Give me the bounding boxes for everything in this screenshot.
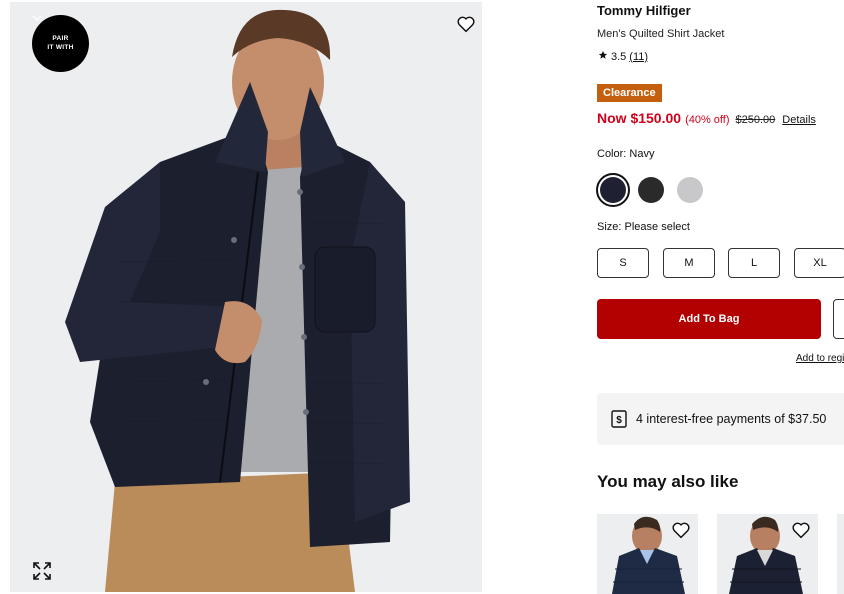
price-details-link[interactable]: Details [782, 114, 816, 126]
recommendation-card[interactable] [597, 514, 698, 594]
heart-icon[interactable] [790, 519, 812, 541]
swatch-navy[interactable] [596, 173, 630, 207]
product-brand[interactable]: Tommy Hilfiger [597, 3, 691, 18]
svg-text:$: $ [616, 415, 622, 426]
dollar-card-icon: $ [611, 410, 627, 428]
size-m-button[interactable]: M [663, 248, 715, 278]
swatch-black[interactable] [638, 177, 664, 203]
add-to-bag-button[interactable]: Add To Bag [597, 299, 821, 339]
color-label: Color: Navy [597, 148, 655, 160]
clearance-badge: Clearance [597, 84, 662, 102]
swatch-grey[interactable] [677, 177, 703, 203]
star-icon [598, 50, 608, 63]
price-row: Now $150.00 (40% off) $250.00 Details [597, 110, 816, 126]
model-photo [65, 9, 410, 592]
product-rating[interactable]: 3.5 (11) [598, 50, 648, 63]
size-xl-button[interactable]: XL [794, 248, 844, 278]
size-l-button[interactable]: L [728, 248, 780, 278]
product-name: Men's Quilted Shirt Jacket [597, 28, 725, 40]
pair-badge-line1: PAIR [52, 35, 69, 42]
product-image[interactable]: PAIR IT WITH [10, 2, 482, 592]
recommendations-title: You may also like [597, 472, 739, 491]
rating-value: 3.5 [611, 50, 627, 63]
installments-text: 4 interest-free payments of $37.50 [636, 412, 827, 426]
recommendation-card[interactable] [837, 514, 844, 594]
discount-percent: (40% off) [685, 114, 730, 126]
sale-price: Now $150.00 [597, 110, 682, 126]
pair-it-with-button[interactable]: PAIR IT WITH [32, 15, 89, 72]
review-count-link[interactable]: (11) [629, 51, 648, 63]
original-price: $250.00 [735, 114, 776, 126]
secondary-action-button[interactable] [833, 299, 844, 339]
heart-icon[interactable] [670, 519, 692, 541]
installments-banner[interactable]: $ 4 interest-free payments of $37.50 [597, 393, 844, 445]
expand-icon[interactable] [32, 561, 52, 581]
size-label: Size: Please select [597, 221, 690, 233]
size-s-button[interactable]: S [597, 248, 649, 278]
heart-icon[interactable] [455, 13, 477, 35]
add-to-registry-link[interactable]: Add to regi [796, 353, 844, 364]
pair-badge-line2: IT WITH [47, 44, 74, 51]
recommendation-card[interactable] [717, 514, 818, 594]
